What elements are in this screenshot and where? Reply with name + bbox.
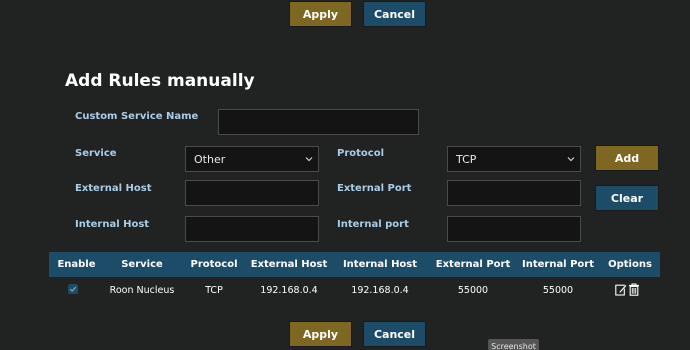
chevron-down-icon [567,157,575,162]
column-header-options: Options [608,259,652,270]
external-host-input[interactable] [185,180,319,206]
cell-external-host: 192.168.0.4 [260,284,318,296]
protocol-label: Protocol [337,148,385,159]
column-header-service: Service [121,259,163,270]
cell-internal-port: 55000 [542,284,574,296]
rules-table-header: Enable Service Protocol External Host In… [49,252,660,277]
cell-service: Roon Nucleus [109,284,175,296]
column-header-enable: Enable [57,259,96,270]
service-select[interactable]: Other [185,146,319,172]
column-header-external-host: External Host [250,259,328,270]
cell-protocol: TCP [205,284,223,296]
apply-button-top[interactable]: Apply [289,1,352,27]
internal-port-label: Internal port [337,219,409,230]
apply-button-bottom[interactable]: Apply [289,321,352,347]
internal-host-label: Internal Host [75,219,150,230]
enable-checkbox[interactable] [68,284,78,294]
check-icon [69,286,77,292]
external-port-label: External Port [337,183,412,194]
cell-external-port: 55000 [457,284,489,296]
service-select-value: Other [194,152,226,166]
trash-icon[interactable] [628,283,640,296]
external-port-input[interactable] [447,180,581,206]
section-title: Add Rules manually [65,71,255,91]
internal-host-input[interactable] [185,216,319,242]
cancel-button-bottom[interactable]: Cancel [363,321,426,347]
column-header-external-port: External Port [435,259,511,270]
column-header-internal-port: Internal Port [521,259,595,270]
edit-icon[interactable] [615,283,627,296]
custom-service-name-input[interactable] [218,109,419,135]
cancel-button-top[interactable]: Cancel [363,1,426,27]
column-header-internal-host: Internal Host [342,259,418,270]
clear-button[interactable]: Clear [595,185,659,211]
screenshot-tooltip: Screenshot [488,339,539,350]
protocol-select[interactable]: TCP [447,146,581,172]
column-header-protocol: Protocol [190,259,238,270]
cell-internal-host: 192.168.0.4 [351,284,409,296]
internal-port-input[interactable] [447,216,581,242]
service-label: Service [75,148,117,159]
chevron-down-icon [305,157,313,162]
protocol-select-value: TCP [456,152,477,166]
external-host-label: External Host [75,183,152,194]
add-button[interactable]: Add [595,145,659,171]
custom-service-name-label: Custom Service Name [75,111,199,122]
